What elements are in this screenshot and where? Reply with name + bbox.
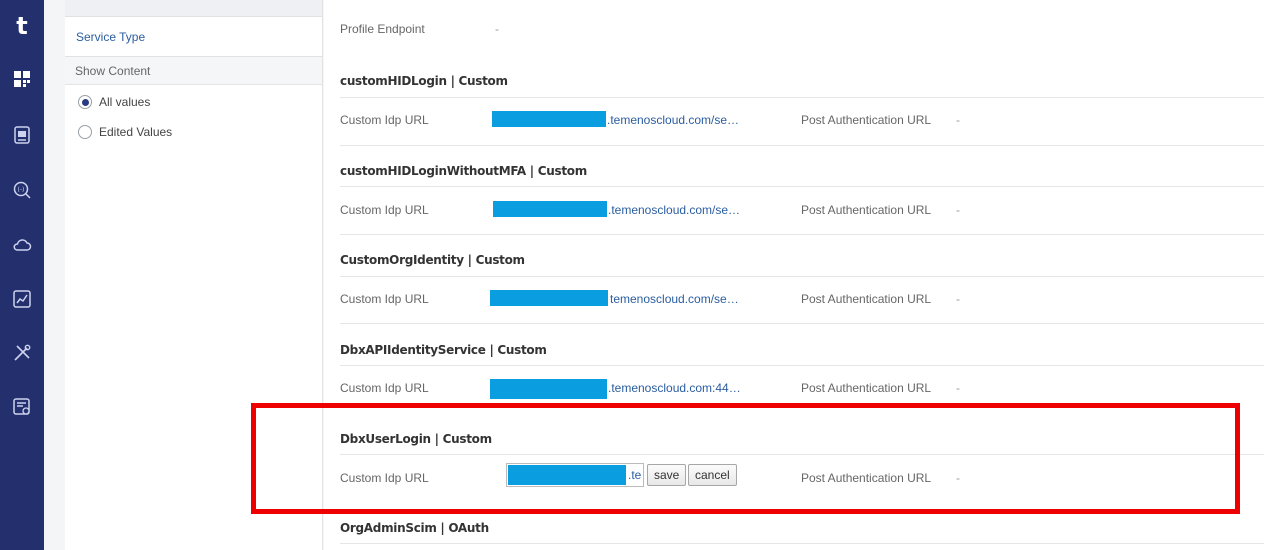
- redacted-block: [492, 111, 606, 127]
- section-title-customhidlogin: customHIDLogin | Custom: [340, 74, 508, 88]
- section-divider: [340, 186, 1264, 187]
- option-label: All values: [99, 95, 151, 109]
- idp-url-link[interactable]: temenoscloud.com/se…: [610, 292, 739, 306]
- post-auth-label: Post Authentication URL: [801, 113, 932, 127]
- redacted-block: [493, 201, 607, 217]
- field-row-customhidloginwithoutmfa: Custom Idp URL .temenoscloud.com/se… Pos…: [340, 201, 1264, 223]
- svg-text:(-): (-): [18, 187, 25, 194]
- profile-endpoint-row: Profile Endpoint -: [340, 22, 499, 38]
- nav-rail: t (-): [0, 0, 44, 550]
- field-row-dbxapiidentityservice: Custom Idp URL .temenoscloud.com:44… Pos…: [340, 379, 1264, 401]
- idp-url-label: Custom Idp URL: [340, 113, 429, 127]
- section-divider: [340, 323, 1264, 324]
- option-all-values[interactable]: All values: [65, 87, 322, 117]
- profile-endpoint-label: Profile Endpoint: [340, 22, 425, 36]
- api-icon[interactable]: [9, 122, 35, 148]
- option-edited-values[interactable]: Edited Values: [65, 117, 322, 147]
- gutter: [44, 0, 65, 550]
- tools-icon[interactable]: [9, 340, 35, 366]
- post-auth-value: -: [956, 381, 960, 395]
- field-row-customorgidentity: Custom Idp URL temenoscloud.com/se… Post…: [340, 290, 1264, 312]
- idp-url-label: Custom Idp URL: [340, 292, 429, 306]
- idp-url-label: Custom Idp URL: [340, 203, 429, 217]
- service-type-filter[interactable]: Service Type: [65, 17, 322, 57]
- section-title-dbxapiidentityservice: DbxAPIIdentityService | Custom: [340, 343, 547, 357]
- radio-all-values[interactable]: [78, 95, 92, 109]
- search-code-icon[interactable]: (-): [9, 177, 35, 203]
- app-logo[interactable]: t: [0, 6, 44, 46]
- post-auth-label: Post Authentication URL: [801, 381, 932, 395]
- post-auth-value: -: [956, 203, 960, 217]
- idp-url-label: Custom Idp URL: [340, 381, 429, 395]
- idp-url-link[interactable]: .temenoscloud.com/se…: [607, 113, 739, 127]
- settings-panel-icon[interactable]: [9, 394, 35, 420]
- idp-url-link[interactable]: .temenoscloud.com/se…: [608, 203, 740, 217]
- field-row-customhidlogin: Custom Idp URL .temenoscloud.com/se… Pos…: [340, 111, 1264, 133]
- post-auth-label: Post Authentication URL: [801, 203, 932, 217]
- post-auth-value: -: [956, 113, 960, 127]
- post-auth-value: -: [956, 292, 960, 306]
- section-divider: [340, 145, 1264, 146]
- section-divider: [340, 234, 1264, 235]
- option-label: Edited Values: [99, 125, 173, 139]
- cloud-icon[interactable]: [9, 232, 35, 258]
- highlight-box: [251, 403, 1240, 514]
- redacted-block: [490, 379, 607, 399]
- section-divider: [340, 97, 1264, 98]
- section-title-orgadminscim: OrgAdminScim | OAuth: [340, 521, 489, 535]
- redacted-block: [490, 290, 608, 306]
- section-divider: [340, 543, 1264, 544]
- dashboard-icon[interactable]: [9, 66, 35, 92]
- section-divider: [340, 276, 1264, 277]
- post-auth-label: Post Authentication URL: [801, 292, 932, 306]
- section-title-customhidloginwithoutmfa: customHIDLoginWithoutMFA | Custom: [340, 164, 587, 178]
- radio-edited-values[interactable]: [78, 125, 92, 139]
- idp-url-link[interactable]: .temenoscloud.com:44…: [608, 381, 741, 395]
- section-title-customorgidentity: CustomOrgIdentity | Custom: [340, 253, 525, 267]
- profile-endpoint-value: -: [495, 22, 499, 36]
- show-content-heading: Show Content: [65, 57, 322, 85]
- filter-top-bar: [65, 0, 322, 17]
- analytics-icon[interactable]: [9, 286, 35, 312]
- section-divider: [340, 365, 1264, 366]
